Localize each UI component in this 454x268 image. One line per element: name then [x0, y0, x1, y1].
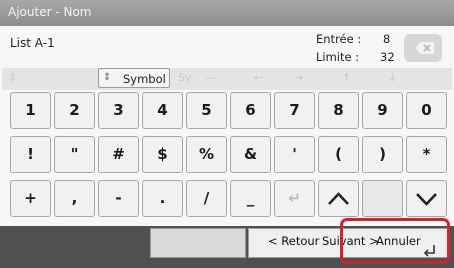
- back-button[interactable]: < Retour: [268, 234, 319, 248]
- ghost-left-arrow: ←: [254, 71, 264, 84]
- key-underscore[interactable]: _: [230, 180, 271, 217]
- key-double-quote[interactable]: ": [54, 136, 95, 173]
- ghost-up-arrow: ↑: [342, 71, 352, 84]
- key-4[interactable]: 4: [142, 92, 183, 129]
- key-percent[interactable]: %: [186, 136, 227, 173]
- blank-button[interactable]: [150, 228, 246, 258]
- key-apostrophe[interactable]: ': [274, 136, 315, 173]
- ghost-dash: —: [205, 71, 216, 84]
- key-0[interactable]: 0: [406, 92, 447, 129]
- ghost-down-arrow: ↓: [388, 71, 398, 84]
- key-1[interactable]: 1: [10, 92, 51, 129]
- key-5[interactable]: 5: [186, 92, 227, 129]
- key-hash[interactable]: #: [98, 136, 139, 173]
- key-plus[interactable]: +: [10, 180, 51, 217]
- entry-label: Entrée :: [316, 32, 362, 46]
- key-enter-disabled: ↵: [274, 180, 315, 217]
- key-7[interactable]: 7: [274, 92, 315, 129]
- key-dollar[interactable]: $: [142, 136, 183, 173]
- title-bar: Ajouter - Nom: [0, 0, 454, 26]
- ghost-right-arrow: →: [294, 71, 304, 84]
- key-8[interactable]: 8: [318, 92, 359, 129]
- symbol-button[interactable]: ⇕ Symbol: [98, 68, 170, 88]
- backspace-icon: [415, 42, 434, 54]
- cancel-highlight-box: [340, 218, 450, 264]
- key-6[interactable]: 6: [230, 92, 271, 129]
- key-3[interactable]: 3: [98, 92, 139, 129]
- ghost-arrows-icon: ⇕: [8, 71, 18, 84]
- keyboard-screen: Ajouter - Nom List A-1 Entrée : 8 Limite…: [0, 0, 454, 268]
- window-title: Ajouter - Nom: [8, 5, 92, 19]
- limit-label: Limite :: [316, 50, 360, 64]
- key-period[interactable]: .: [142, 180, 183, 217]
- entry-value: 8: [383, 32, 391, 46]
- key-down-chevron[interactable]: [406, 180, 447, 217]
- mode-bar: ⇕ Sy — ← → ↑ ↓: [2, 68, 452, 90]
- updown-icon: ⇕: [103, 72, 112, 83]
- key-ampersand[interactable]: &: [230, 136, 271, 173]
- key-minus[interactable]: -: [98, 180, 139, 217]
- key-exclamation[interactable]: !: [10, 136, 51, 173]
- ghost-mode-label: Sy: [178, 71, 192, 84]
- key-up-chevron[interactable]: [318, 180, 359, 217]
- list-name: List A-1: [10, 36, 55, 50]
- key-blank-disabled: [362, 180, 403, 217]
- key-9[interactable]: 9: [362, 92, 403, 129]
- backspace-button[interactable]: [404, 34, 442, 62]
- chevron-up-icon: [328, 192, 349, 205]
- key-slash[interactable]: /: [186, 180, 227, 217]
- key-asterisk[interactable]: *: [406, 136, 447, 173]
- key-open-paren[interactable]: (: [318, 136, 359, 173]
- key-comma[interactable]: ,: [54, 180, 95, 217]
- key-close-paren[interactable]: ): [362, 136, 403, 173]
- key-2[interactable]: 2: [54, 92, 95, 129]
- limit-value: 32: [380, 50, 395, 64]
- chevron-down-icon: [416, 193, 437, 206]
- symbol-label: Symbol: [123, 72, 166, 86]
